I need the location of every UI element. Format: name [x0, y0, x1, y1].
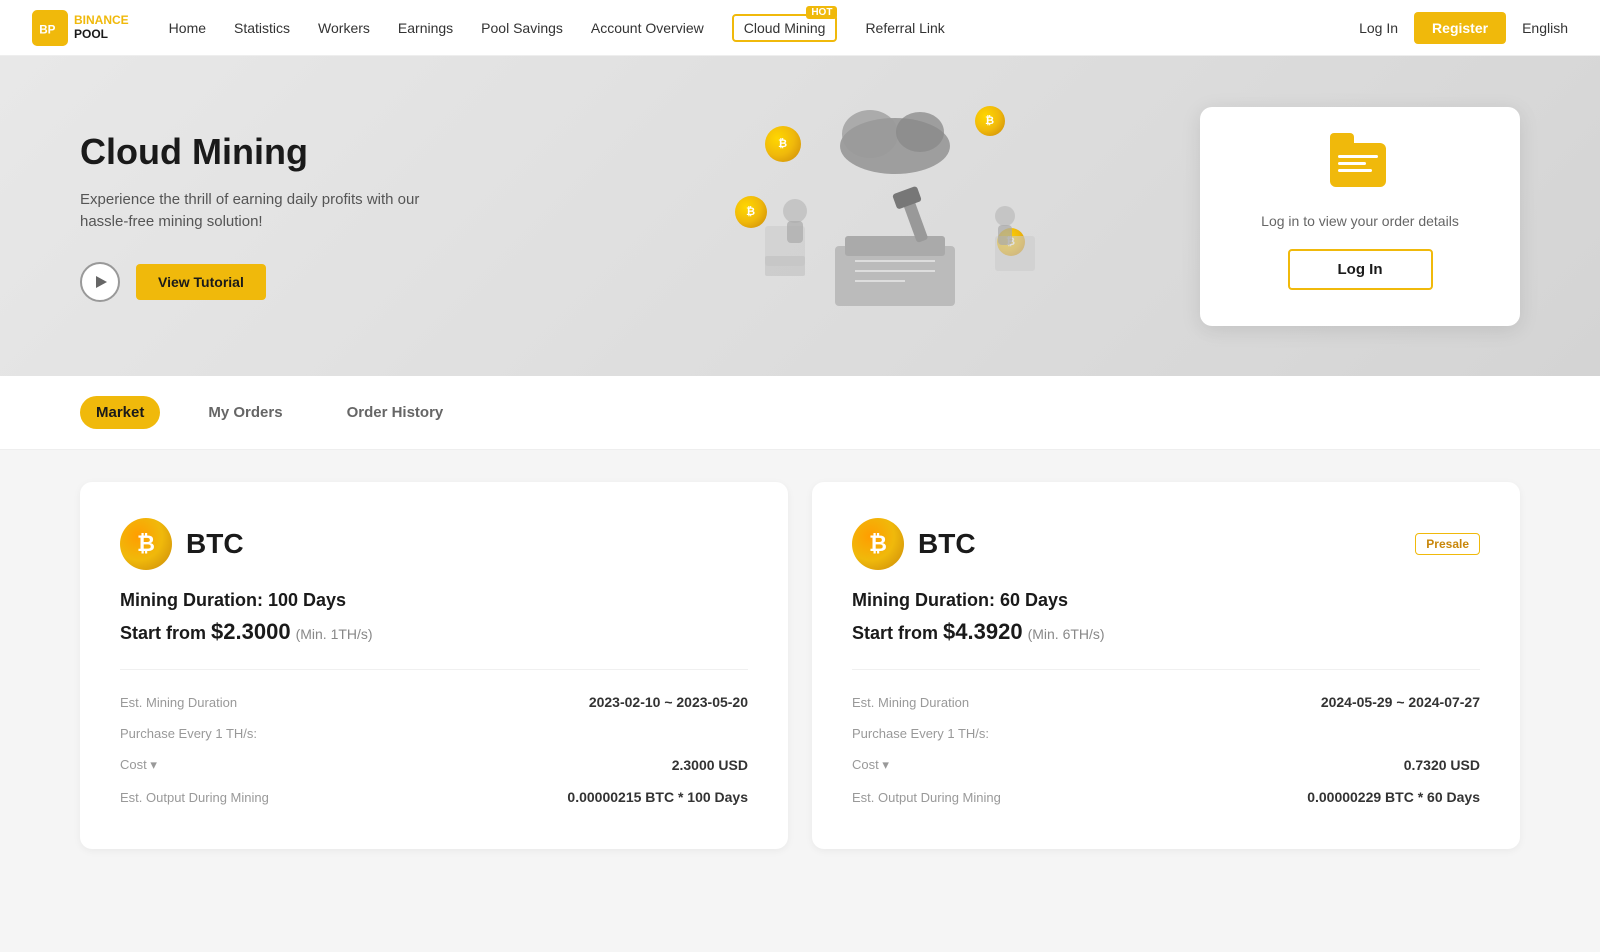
nav-right: Log In Register English	[1359, 12, 1568, 44]
hero-actions: View Tutorial	[80, 262, 589, 302]
navbar: BP BINANCE POOL Home Statistics Workers …	[0, 0, 1600, 56]
presale-badge: Presale	[1415, 533, 1480, 555]
product-price-1: Start from $2.3000 (Min. 1TH/s)	[120, 619, 748, 645]
illustration-container: ₿ ₿ ₿ ₿	[705, 96, 1085, 336]
nav-cloud-mining[interactable]: Cloud Mining HOT	[732, 14, 838, 42]
product-details-1: Est. Mining Duration 2023-02-10 ~ 2023-0…	[120, 669, 748, 813]
nav-links: Home Statistics Workers Earnings Pool Sa…	[169, 14, 1359, 42]
detail-row-2-0: Est. Mining Duration 2024-05-29 ~ 2024-0…	[852, 686, 1480, 718]
detail-value-2-2: 0.7320 USD	[1404, 757, 1480, 773]
tabs-section: Market My Orders Order History	[0, 376, 1600, 450]
order-icon	[1330, 143, 1390, 193]
detail-value-2-3: 0.00000229 BTC * 60 Days	[1307, 789, 1480, 805]
detail-label-1-2[interactable]: Cost ▾	[120, 757, 157, 773]
hero-section: Cloud Mining Experience the thrill of ea…	[0, 56, 1600, 376]
price-label-1: Start from	[120, 623, 206, 643]
logo-line1: BINANCE	[74, 14, 129, 27]
product-duration-1: Mining Duration: 100 Days	[120, 590, 748, 611]
play-button[interactable]	[80, 262, 120, 302]
detail-value-2-0: 2024-05-29 ~ 2024-07-27	[1321, 694, 1480, 710]
svg-text:BP: BP	[39, 23, 55, 36]
hero-content: Cloud Mining Experience the thrill of ea…	[80, 131, 589, 302]
detail-label-1-1: Purchase Every 1 TH/s:	[120, 726, 257, 741]
detail-row-1-0: Est. Mining Duration 2023-02-10 ~ 2023-0…	[120, 686, 748, 718]
detail-row-1-1: Purchase Every 1 TH/s:	[120, 718, 748, 749]
detail-value-1-2: 2.3000 USD	[672, 757, 748, 773]
login-button[interactable]: Log In	[1359, 20, 1398, 36]
nav-workers[interactable]: Workers	[318, 20, 370, 36]
products-grid: ₿ BTC Mining Duration: 100 Days Start fr…	[80, 482, 1520, 849]
nav-earnings[interactable]: Earnings	[398, 20, 453, 36]
nav-account-overview[interactable]: Account Overview	[591, 20, 704, 36]
product-card-btc-60: ₿ BTC Presale Mining Duration: 60 Days S…	[812, 482, 1520, 849]
product-header-1: ₿ BTC	[120, 518, 748, 570]
detail-label-2-3: Est. Output During Mining	[852, 790, 1001, 805]
product-name-2: BTC	[918, 528, 976, 560]
nav-referral-link[interactable]: Referral Link	[865, 20, 944, 36]
order-card-text: Log in to view your order details	[1261, 213, 1459, 229]
tab-my-orders[interactable]: My Orders	[192, 396, 298, 429]
detail-row-2-2: Cost ▾ 0.7320 USD	[852, 749, 1480, 781]
hot-badge: HOT	[806, 6, 837, 19]
detail-label-1-3: Est. Output During Mining	[120, 790, 269, 805]
detail-row-1-3: Est. Output During Mining 0.00000215 BTC…	[120, 781, 748, 813]
btc-icon-2: ₿	[852, 518, 904, 570]
product-details-2: Est. Mining Duration 2024-05-29 ~ 2024-0…	[852, 669, 1480, 813]
language-selector[interactable]: English	[1522, 20, 1568, 36]
detail-value-1-0: 2023-02-10 ~ 2023-05-20	[589, 694, 748, 710]
btc-icon-1: ₿	[120, 518, 172, 570]
nav-pool-savings[interactable]: Pool Savings	[481, 20, 563, 36]
detail-label-2-1: Purchase Every 1 TH/s:	[852, 726, 989, 741]
register-button[interactable]: Register	[1414, 12, 1506, 44]
products-section: ₿ BTC Mining Duration: 100 Days Start fr…	[0, 450, 1600, 881]
detail-value-1-3: 0.00000215 BTC * 100 Days	[567, 789, 748, 805]
detail-label-2-2[interactable]: Cost ▾	[852, 757, 889, 773]
hero-description: Experience the thrill of earning daily p…	[80, 189, 420, 234]
nav-statistics[interactable]: Statistics	[234, 20, 290, 36]
price-value-2: $4.3920	[943, 619, 1023, 644]
min-label-2: (Min. 6TH/s)	[1028, 626, 1105, 642]
detail-label-1-0: Est. Mining Duration	[120, 695, 237, 710]
tabs: Market My Orders Order History	[80, 396, 1520, 429]
detail-row-2-3: Est. Output During Mining 0.00000229 BTC…	[852, 781, 1480, 813]
product-price-2: Start from $4.3920 (Min. 6TH/s)	[852, 619, 1480, 645]
mining-svg-illustration	[705, 96, 1085, 336]
tutorial-button[interactable]: View Tutorial	[136, 264, 266, 300]
hero-title: Cloud Mining	[80, 131, 589, 173]
tab-market[interactable]: Market	[80, 396, 160, 429]
min-label-1: (Min. 1TH/s)	[296, 626, 373, 642]
detail-label-2-0: Est. Mining Duration	[852, 695, 969, 710]
product-duration-2: Mining Duration: 60 Days	[852, 590, 1480, 611]
nav-home[interactable]: Home	[169, 20, 206, 36]
order-card-login-button[interactable]: Log In	[1288, 249, 1433, 290]
tab-order-history[interactable]: Order History	[331, 396, 460, 429]
product-header-2: ₿ BTC Presale	[852, 518, 1480, 570]
detail-row-2-1: Purchase Every 1 TH/s:	[852, 718, 1480, 749]
play-icon	[96, 276, 107, 288]
product-card-btc-100: ₿ BTC Mining Duration: 100 Days Start fr…	[80, 482, 788, 849]
product-name-1: BTC	[186, 528, 244, 560]
order-card: Log in to view your order details Log In	[1200, 107, 1520, 326]
cloud-mining-label: Cloud Mining	[744, 20, 826, 36]
price-value-1: $2.3000	[211, 619, 291, 644]
logo-line2: POOL	[74, 28, 129, 41]
hero-illustration: ₿ ₿ ₿ ₿	[589, 96, 1200, 336]
brand-logo[interactable]: BP BINANCE POOL	[32, 10, 129, 46]
price-label-2: Start from	[852, 623, 938, 643]
detail-row-1-2: Cost ▾ 2.3000 USD	[120, 749, 748, 781]
